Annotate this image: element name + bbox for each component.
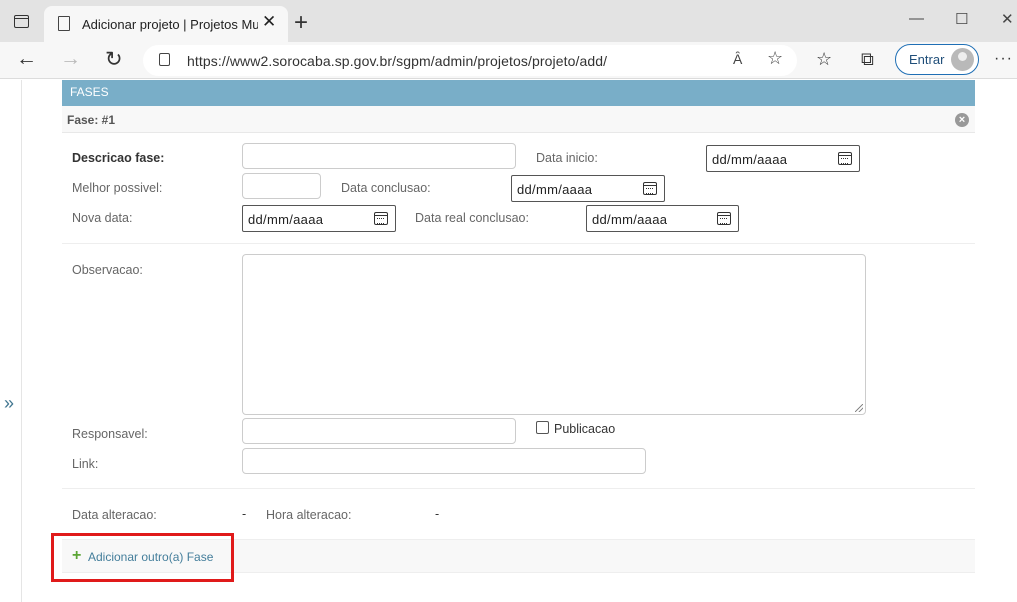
fase-header: Fase: #1 [62, 106, 975, 133]
observacao-textarea[interactable] [242, 254, 866, 415]
calendar-icon[interactable] [717, 212, 731, 225]
publicacao-checkbox[interactable] [536, 421, 549, 434]
calendar-icon[interactable] [374, 212, 388, 225]
hora-alteracao-label: Hora alteracao: [266, 508, 352, 522]
melhor-possivel-label: Melhor possivel: [72, 181, 163, 195]
descricao-label: Descricao fase: [72, 151, 165, 165]
lock-icon[interactable] [159, 53, 170, 66]
signin-label: Entrar [909, 52, 945, 67]
read-aloud-icon[interactable]: Ȃ [733, 51, 742, 67]
close-window-button[interactable]: ✕ [1001, 10, 1014, 28]
link-label: Link: [72, 457, 99, 471]
page-icon [58, 16, 70, 31]
tab-actions-icon[interactable] [14, 15, 29, 28]
avatar [951, 48, 974, 71]
descricao-input[interactable] [242, 143, 516, 169]
expand-sidebar-icon[interactable]: » [4, 393, 14, 414]
tab-title: Adicionar projeto | Projetos Mun [82, 17, 258, 32]
data-real-input[interactable]: dd/mm/aaaa [586, 205, 739, 232]
calendar-icon[interactable] [643, 182, 657, 195]
sidebar-divider [21, 80, 22, 602]
data-conclusao-input[interactable]: dd/mm/aaaa [511, 175, 665, 202]
data-inicio-label: Data inicio: [536, 151, 598, 165]
data-real-value: dd/mm/aaaa [592, 212, 668, 227]
url-text[interactable]: https://www2.sorocaba.sp.gov.br/sgpm/adm… [187, 53, 607, 69]
publicacao-label[interactable]: Publicacao [554, 422, 615, 436]
back-icon[interactable]: ← [16, 47, 37, 71]
data-conclusao-value: dd/mm/aaaa [517, 182, 593, 197]
browser-tab-strip: Adicionar projeto | Projetos Mun ✕ + — ☐… [0, 0, 1017, 42]
data-conclusao-label: Data conclusao: [341, 181, 431, 195]
browser-tab[interactable]: Adicionar projeto | Projetos Mun ✕ [44, 6, 288, 42]
browser-toolbar: ← → ↻ https://www2.sorocaba.sp.gov.br/sg… [0, 42, 1017, 79]
refresh-icon[interactable]: ↻ [105, 47, 123, 72]
resize-handle[interactable] [855, 404, 863, 412]
hora-alteracao-value: - [435, 507, 440, 521]
data-alteracao-label: Data alteracao: [72, 508, 157, 522]
close-tab-icon[interactable]: ✕ [262, 12, 276, 32]
collections-icon[interactable]: ⧉ [861, 49, 874, 70]
nova-data-label: Nova data: [72, 211, 133, 225]
data-real-label: Data real conclusao: [415, 211, 529, 225]
section-header: FASES [62, 80, 975, 106]
divider [62, 488, 975, 489]
responsavel-input[interactable] [242, 418, 516, 444]
melhor-possivel-input[interactable] [242, 173, 321, 199]
minimize-button[interactable]: — [909, 10, 924, 27]
data-inicio-input[interactable]: dd/mm/aaaa [706, 145, 860, 172]
link-input[interactable] [242, 448, 646, 474]
highlight-box [51, 533, 234, 582]
add-favorite-icon[interactable]: ☆ [767, 48, 783, 69]
address-bar[interactable]: https://www2.sorocaba.sp.gov.br/sgpm/adm… [143, 45, 797, 76]
delete-fase-icon[interactable]: × [955, 113, 969, 127]
new-tab-button[interactable]: + [294, 9, 308, 37]
more-options-icon[interactable]: ··· [994, 50, 1013, 68]
signin-button[interactable]: Entrar [895, 44, 979, 75]
observacao-label: Observacao: [72, 263, 143, 277]
nova-data-input[interactable]: dd/mm/aaaa [242, 205, 396, 232]
favorites-icon[interactable]: ☆ [816, 49, 832, 70]
data-alteracao-value: - [242, 507, 247, 521]
data-inicio-value: dd/mm/aaaa [712, 152, 788, 167]
calendar-icon[interactable] [838, 152, 852, 165]
divider [62, 243, 975, 244]
maximize-button[interactable]: ☐ [955, 10, 968, 28]
responsavel-label: Responsavel: [72, 427, 148, 441]
forward-icon[interactable]: → [60, 47, 81, 71]
nova-data-value: dd/mm/aaaa [248, 212, 324, 227]
